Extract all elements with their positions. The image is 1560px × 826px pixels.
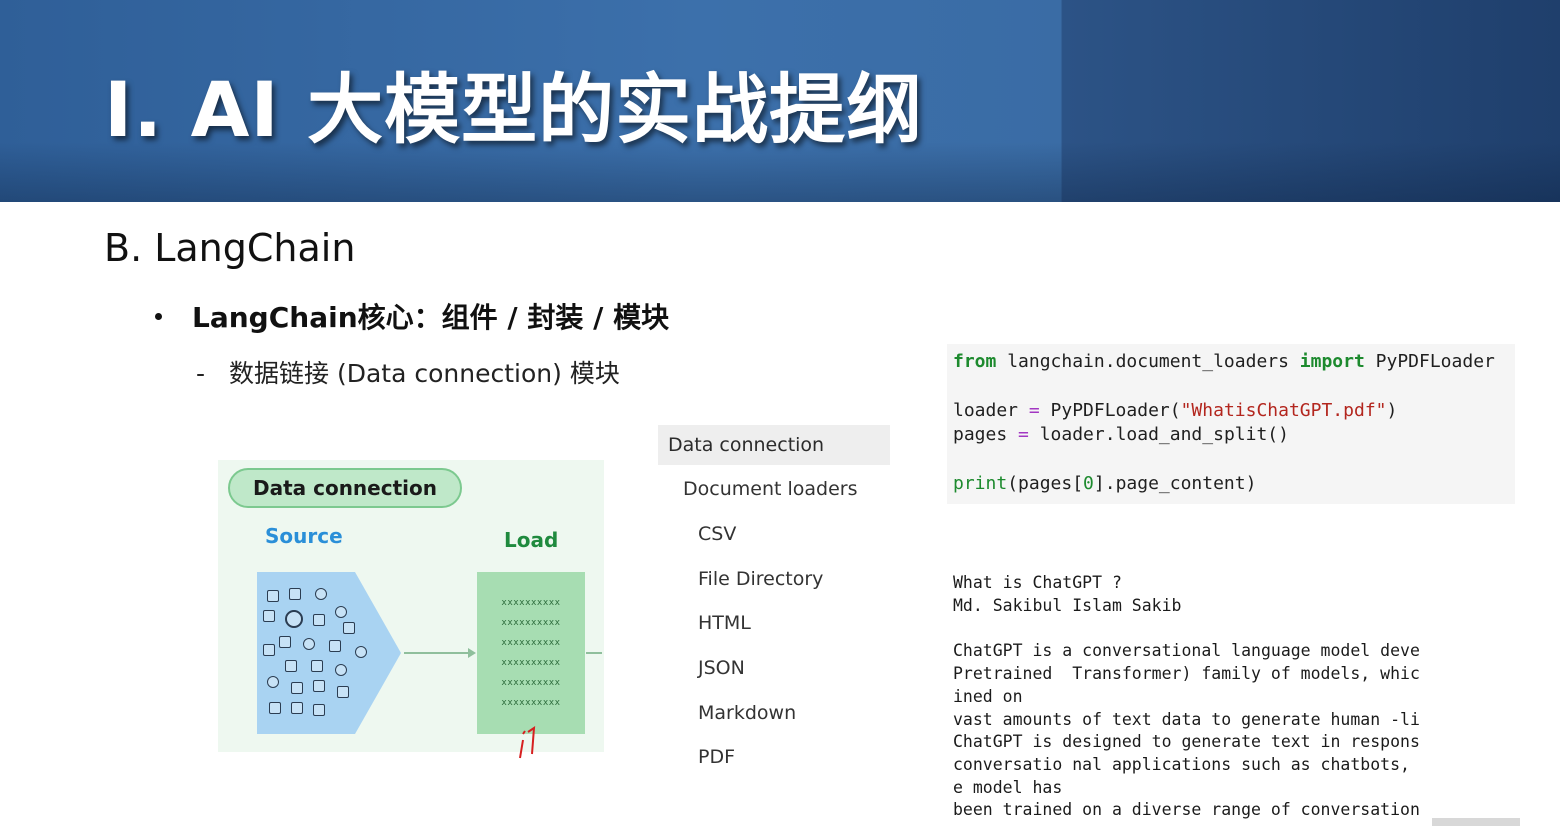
data-connection-pill: Data connection — [228, 468, 462, 508]
sidebar-item-json[interactable]: JSON — [698, 657, 745, 679]
text-file-icon — [285, 660, 297, 672]
code-module: langchain.document_loaders — [996, 351, 1300, 372]
code-print-fn: print — [953, 473, 1008, 494]
source-icons-panel — [257, 572, 401, 734]
output-line: ined on — [953, 687, 1023, 706]
code-args-end: ].page_content) — [1093, 473, 1257, 494]
keyword-from: from — [953, 351, 997, 372]
code-operator: = — [1018, 424, 1029, 445]
code-index: 0 — [1083, 473, 1094, 494]
sub-bullet-text: 数据链接 (Data connection) 模块 — [229, 359, 620, 388]
folder-icon — [337, 686, 349, 698]
output-line: ChatGPT is designed to generate text in … — [953, 732, 1420, 751]
bullet-text: LangChain核心：组件 / 封装 / 模块 — [192, 301, 670, 334]
video-icon — [289, 588, 301, 600]
table-icon — [313, 680, 325, 692]
github-icon — [285, 610, 303, 628]
doc-icon — [267, 590, 279, 602]
code-line-loader: loader = PyPDFLoader("WhatisChatGPT.pdf"… — [953, 400, 1397, 421]
discord-icon — [315, 588, 327, 600]
code-line-pages: pages = loader.load_and_split() — [953, 424, 1289, 445]
sidebar-item-markdown[interactable]: Markdown — [698, 702, 796, 724]
code-line-print: print(pages[0].page_content) — [953, 473, 1256, 494]
output-line: What is ChatGPT ? — [953, 573, 1122, 592]
image-icon — [313, 614, 325, 626]
sidebar-item-csv[interactable]: CSV — [698, 523, 736, 545]
bullet-item: LangChain核心：组件 / 封装 / 模块 — [155, 296, 669, 336]
sub-bullet-dash: - — [196, 359, 206, 388]
mail-icon — [311, 660, 323, 672]
load-output-line — [586, 652, 602, 654]
email-icon — [291, 682, 303, 694]
code-call: loader.load_and_split() — [1028, 424, 1289, 445]
output-line: e model has — [953, 778, 1063, 797]
output-line: vast amounts of text data to generate hu… — [953, 710, 1420, 729]
load-row: xxxxxxxxxx — [501, 598, 561, 608]
code-args: (pages[ — [1007, 473, 1084, 494]
code-var-loader: loader — [953, 400, 1029, 421]
code-line-import: from langchain.document_loaders import P… — [953, 351, 1495, 372]
output-line: Md. Sakibul Islam Sakib — [953, 596, 1182, 615]
twitter-icon — [267, 676, 279, 688]
bullet-dot-icon — [155, 312, 162, 320]
sidebar-item-pdf[interactable]: PDF — [698, 746, 735, 768]
output-line: Pretrained Transformer) family of models… — [953, 664, 1420, 683]
code-class: PyPDFLoader — [1364, 351, 1495, 372]
section-title: B. LangChain — [104, 226, 356, 270]
output-line: conversatio nal applications such as cha… — [953, 755, 1410, 774]
red-scribble-mark — [519, 726, 536, 759]
code-call: PyPDFLoader( — [1039, 400, 1181, 421]
gear-icon — [335, 606, 347, 618]
globe-icon — [355, 646, 367, 658]
sidebar-item-document-loaders[interactable]: Document loaders — [683, 478, 857, 500]
code-paren: ) — [1386, 400, 1398, 421]
pdf-icon — [279, 636, 291, 648]
source-label: Source — [265, 524, 343, 548]
load-row: xxxxxxxxxx — [501, 678, 561, 688]
load-row: xxxxxxxxxx — [501, 638, 561, 648]
load-panel: xxxxxxxxxx xxxxxxxxxx xxxxxxxxxx xxxxxxxxxx… — [477, 572, 585, 734]
keyword-import: import — [1299, 351, 1365, 372]
blank-file-icon — [313, 704, 325, 716]
ppt-icon — [343, 622, 355, 634]
load-label: Load — [504, 528, 559, 552]
chat-icon — [303, 638, 315, 650]
sidebar-item-file-directory[interactable]: File Directory — [698, 568, 823, 590]
arrow-head-icon — [468, 648, 476, 658]
page-icon — [269, 702, 281, 714]
load-row: xxxxxxxxxx — [501, 658, 561, 668]
output-line: ChatGPT is a conversational language mod… — [953, 641, 1420, 660]
file-icon — [263, 610, 275, 622]
lock-file-icon — [291, 702, 303, 714]
output-line: been trained on a diverse range of conve… — [953, 800, 1420, 819]
sub-bullet: - 数据链接 (Data connection) 模块 — [196, 354, 620, 390]
sheet-icon — [329, 640, 341, 652]
sidebar-item-data-connection[interactable]: Data connection — [658, 425, 890, 465]
slide-title: I. AI 大模型的实战提纲 — [104, 65, 924, 154]
code-string: "WhatisChatGPT.pdf" — [1180, 400, 1387, 421]
source-to-load-arrow — [404, 652, 474, 654]
code-operator: = — [1028, 400, 1040, 421]
word-icon — [263, 644, 275, 656]
code-var-pages: pages — [953, 424, 1019, 445]
load-row: xxxxxxxxxx — [501, 698, 561, 708]
scrollbar-fragment — [1432, 818, 1520, 826]
load-row: xxxxxxxxxx — [501, 618, 561, 628]
sidebar-item-html[interactable]: HTML — [698, 612, 751, 634]
people-icon — [335, 664, 347, 676]
